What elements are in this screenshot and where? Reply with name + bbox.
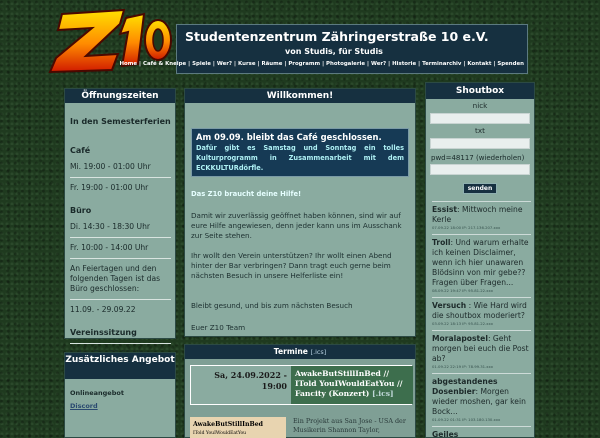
nav-spenden[interactable]: Spenden bbox=[497, 61, 524, 67]
events-heading: Termine [.ics] bbox=[185, 345, 415, 359]
shoutbox-panel: Shoutbox nick txt pwd=48117 (wiederholen… bbox=[425, 82, 535, 438]
meeting-title: Vereinssitzung bbox=[70, 328, 137, 337]
alert-title: Am 09.09. bleibt das Café geschlossen. bbox=[196, 132, 382, 142]
extra-item-online[interactable]: Onlineangebot bbox=[70, 387, 170, 400]
event-thumbnail[interactable]: AwakeButStillInBed ITold YouIWouldEatYou bbox=[190, 417, 286, 438]
event-thumb-title: AwakeButStillInBed bbox=[193, 421, 263, 428]
welcome-heading: Willkommen! bbox=[185, 89, 415, 103]
shoutbox-heading: Shoutbox bbox=[426, 83, 534, 99]
opening-hours-panel: Öffnungszeiten In den Semesterferien Caf… bbox=[64, 88, 176, 358]
event-thumb-sub: ITold YouIWouldEatYou bbox=[193, 431, 247, 436]
shout-meta: 01.09.22 01:31 IP: 103.180.130.xxx bbox=[432, 417, 501, 422]
nav-raeume[interactable]: Räume bbox=[261, 61, 282, 67]
holiday-range: 11.09. - 29.09.22 bbox=[70, 305, 136, 314]
buero-title: Büro bbox=[70, 206, 92, 215]
nick-input[interactable] bbox=[430, 113, 530, 124]
opening-hours-heading: Öffnungszeiten bbox=[65, 89, 175, 103]
shout-item: Troll: Und warum erhalte ich keinen Disc… bbox=[432, 234, 531, 297]
welcome-paragraph: Damit wir zuverlässig geöffnet haben kön… bbox=[191, 211, 402, 240]
event-title[interactable]: AwakeButStillInBed // ITold YouIWouldEat… bbox=[291, 366, 413, 404]
nav-wer[interactable]: Wer? bbox=[217, 61, 232, 67]
divider bbox=[70, 299, 171, 300]
events-ics-link[interactable]: [.ics] bbox=[311, 348, 327, 356]
welcome-panel: Willkommen! Am 09.09. bleibt das Café ge… bbox=[184, 88, 416, 337]
shout-list: Essist: Mittwoch meine Kerle 07.09.22 18… bbox=[426, 201, 534, 438]
nav-terminarchiv[interactable]: Terminarchiv bbox=[422, 61, 461, 67]
site-subtitle: von Studis, für Studis bbox=[285, 47, 383, 56]
event-ics-link[interactable]: [.ics] bbox=[372, 389, 394, 398]
nav-spiele[interactable]: Spiele bbox=[192, 61, 211, 67]
nav-wer-2[interactable]: Wer? bbox=[371, 61, 386, 67]
alert-text: Dafür gibt es Samstag und Sonntag ein to… bbox=[196, 144, 404, 172]
shout-item: Essist: Mittwoch meine Kerle 07.09.22 18… bbox=[432, 201, 531, 234]
nick-label: nick bbox=[472, 101, 488, 110]
closure-alert: Am 09.09. bleibt das Café geschlossen. D… bbox=[191, 128, 409, 177]
extra-offers-heading: Zusätzliches Angebot bbox=[65, 353, 175, 379]
nav-home[interactable]: Home bbox=[120, 61, 138, 67]
cafe-hours-line: Fr. 19:00 - 01:00 Uhr bbox=[70, 183, 149, 192]
shout-item: Moralapostel: Geht morgen bei euch die P… bbox=[432, 330, 531, 373]
extra-item-discord[interactable]: Discord bbox=[70, 400, 170, 413]
buero-hours-line: Di. 14:30 - 18:30 Uhr bbox=[70, 222, 151, 231]
txt-input[interactable] bbox=[430, 138, 530, 149]
semester-note: In den Semesterferien bbox=[70, 117, 171, 126]
nav-historie[interactable]: Historie bbox=[392, 61, 416, 67]
txt-label: txt bbox=[475, 126, 485, 135]
buero-hours-line: Fr. 10:00 - 14:00 Uhr bbox=[70, 243, 149, 252]
divider bbox=[70, 237, 171, 238]
shout-author: Troll bbox=[432, 238, 451, 247]
divider bbox=[70, 177, 171, 178]
shout-meta: 07.09.22 18:00 IP: 217.136.207.xxx bbox=[432, 225, 501, 230]
shout-item: abgestandenes Dosenbier: Morgen wieder m… bbox=[432, 373, 531, 426]
shout-item: Versuch : Wie Hard wird die shoutbox mod… bbox=[432, 297, 531, 330]
site-header: Studentenzentrum Zähringerstraße 10 e.V.… bbox=[120, 24, 528, 74]
event-date: Sa, 24.09.2022 - 19:00 bbox=[214, 370, 287, 391]
shout-meta: 01.09.22 22:19 IP: 78.99.31.xxx bbox=[432, 364, 494, 369]
welcome-paragraph: Bleibt gesund, und bis zum nächsten Besu… bbox=[191, 301, 353, 310]
send-button[interactable]: senden bbox=[463, 183, 497, 194]
nav-kontakt[interactable]: Kontakt bbox=[467, 61, 491, 67]
events-title: Termine bbox=[273, 347, 308, 356]
shout-author: Geiles Nullkommanixhorn bbox=[432, 430, 459, 438]
shout-meta: 03.09.22 18:13 IP: 95.81.22.xxx bbox=[432, 321, 494, 326]
event-row[interactable]: Sa, 24.09.2022 - 19:00 AwakeButStillInBe… bbox=[190, 365, 413, 405]
cafe-hours-line: Mi. 19:00 - 01:00 Uhr bbox=[70, 162, 151, 171]
event-description: Ein Projekt aus San Jose - USA der Musik… bbox=[293, 417, 406, 434]
divider bbox=[70, 258, 171, 259]
welcome-signature: Euer Z10 Team bbox=[191, 323, 246, 332]
shout-item: Geiles Nullkommanixhorn: bbox=[432, 426, 531, 438]
pwd-label: pwd=48117 (wiederholen) bbox=[431, 154, 525, 162]
welcome-paragraph: Ihr wollt den Verein unterstützen? Ihr w… bbox=[191, 251, 392, 280]
main-nav: Home | Café & Kneipe | Spiele | Wer? | Kurse… bbox=[120, 61, 524, 67]
holiday-note: An Feiertagen und den folgenden Tagen is… bbox=[70, 264, 161, 293]
nav-photogalerie[interactable]: Photogalerie bbox=[326, 61, 365, 67]
divider bbox=[70, 343, 171, 344]
nav-cafe-kneipe[interactable]: Café & Kneipe bbox=[143, 61, 186, 67]
help-title: Das Z10 braucht deine Hilfe! bbox=[191, 190, 302, 198]
site-title: Studentenzentrum Zähringerstraße 10 e.V. bbox=[185, 29, 489, 44]
cafe-title: Café bbox=[70, 146, 91, 155]
shout-author: Versuch bbox=[432, 301, 467, 310]
events-panel: Termine [.ics] Sa, 24.09.2022 - 19:00 Aw… bbox=[184, 344, 416, 438]
shout-author: Essist bbox=[432, 205, 457, 214]
nav-programm[interactable]: Programm bbox=[288, 61, 320, 67]
pwd-input[interactable] bbox=[430, 164, 530, 175]
extra-offers-panel: Zusätzliches Angebot Onlineangebot Disco… bbox=[64, 352, 176, 438]
shout-author: Moralapostel bbox=[432, 334, 488, 343]
nav-kurse[interactable]: Kurse bbox=[238, 61, 255, 67]
shout-meta: 08.09.22 19:47 IP: 95.81.22.xxx bbox=[432, 288, 494, 293]
